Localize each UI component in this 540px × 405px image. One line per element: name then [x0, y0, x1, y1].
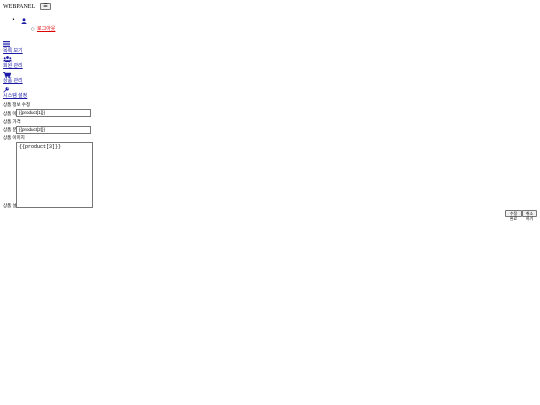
form-heading: 상품 정보 수정	[3, 102, 31, 107]
product-category-input[interactable]: {{product[2]}}	[16, 126, 91, 134]
brand-logo[interactable]: WEBPANEL	[3, 4, 35, 11]
sidebar-item-settings[interactable]: 시스템 설정	[3, 94, 27, 100]
logout-link[interactable]: 로그아웃	[37, 27, 55, 33]
sidebar-item-list[interactable]: 목록 보기	[3, 49, 23, 55]
product-name-input[interactable]: {{product[1]}}	[16, 109, 91, 117]
product-image-label: 상품 이미지	[3, 135, 25, 140]
sidebar-item-members[interactable]: 회원 관리	[3, 64, 23, 70]
navbar-toggle-button[interactable]: ☰	[40, 3, 51, 10]
list-bullet: •	[12, 17, 15, 23]
sidebar-item-products[interactable]: 상품 관리	[3, 79, 23, 85]
wrench-icon	[3, 87, 9, 93]
cancel-button[interactable]: 취소하기	[522, 210, 537, 221]
list-bullet: ○	[31, 26, 35, 31]
product-description-textarea[interactable]: {{product[3]}}	[16, 142, 93, 208]
save-button[interactable]: 수정 완료	[505, 210, 522, 221]
list-icon	[3, 41, 10, 47]
users-icon	[3, 56, 12, 62]
product-price-label: 상품 가격	[3, 119, 21, 124]
cart-icon	[3, 72, 11, 78]
user-icon[interactable]	[21, 18, 27, 24]
